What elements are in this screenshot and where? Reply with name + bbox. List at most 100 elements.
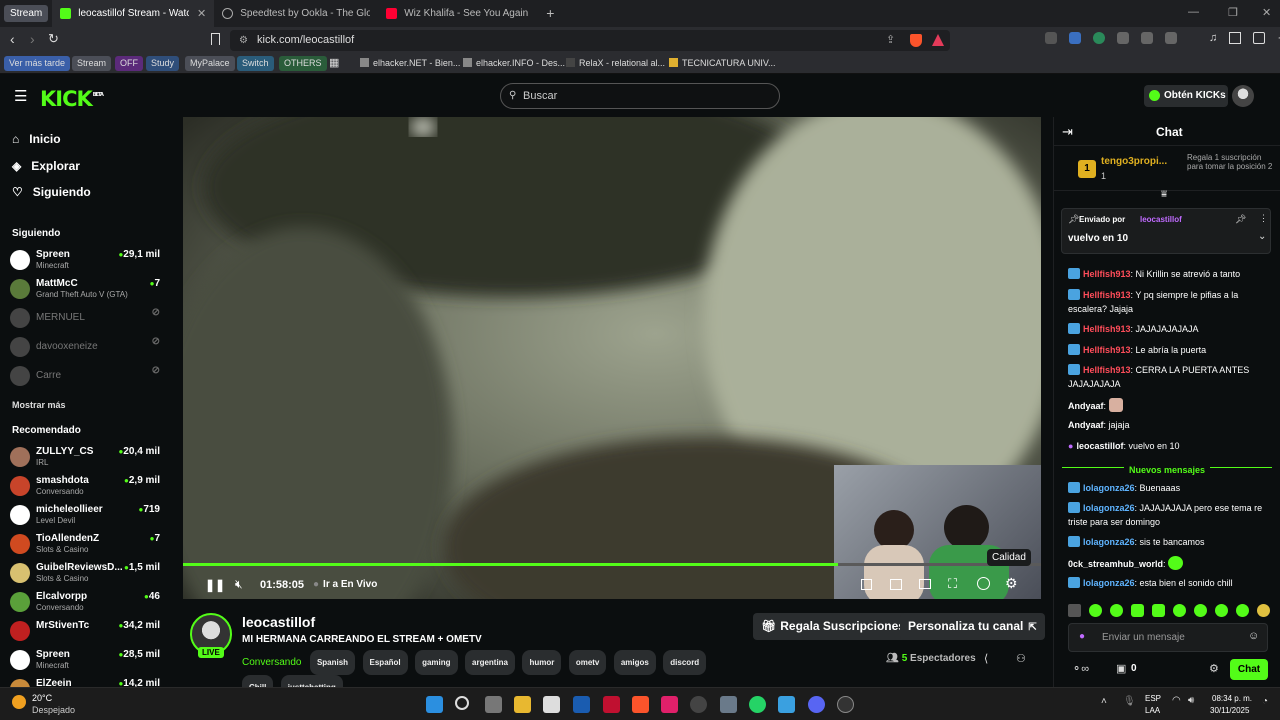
nav-following[interactable]: ♡ Siguiendo [12,185,91,199]
clip-icon[interactable] [861,579,872,590]
bookmark-folder[interactable]: Switch [237,56,274,71]
emote-icon[interactable] [1173,604,1186,617]
nav-explore[interactable]: ◈ Explorar [12,159,80,173]
recommended-channel[interactable]: ZULLYY_CS IRL 20,4 mil [10,444,160,470]
tab-kick[interactable]: leocastillof Stream - Watch Live ✕ [52,0,215,27]
tag[interactable]: Español [362,650,408,675]
extension-icon[interactable] [1093,32,1105,44]
extension-icon[interactable] [1117,32,1129,44]
app-icon[interactable] [837,696,854,713]
go-live-button[interactable]: ● Ir a En Vivo [313,579,377,590]
chevron-down-icon[interactable]: ⌄ [1258,231,1266,242]
emote-icon[interactable] [1194,604,1207,617]
send-chat-button[interactable]: Chat [1230,659,1268,680]
extension-icon[interactable] [1141,32,1153,44]
chat-username[interactable]: leocastillof [1076,441,1123,451]
tab-youtube[interactable]: Wiz Khalifa - See You Again ft. Charli [378,0,538,27]
fullscreen-icon[interactable]: ⛶ [948,576,957,592]
following-channel[interactable]: Spreen Minecraft 29,1 mil [10,247,160,273]
recommended-channel[interactable]: Spreen Minecraft 28,5 mil [10,647,160,673]
emote-icon[interactable] [1257,604,1270,617]
recommended-channel[interactable]: smashdota Conversando 2,9 mil [10,473,160,499]
minimize-icon[interactable]: — [1188,6,1199,18]
tiktok-icon[interactable] [661,696,678,713]
chat-username[interactable]: Hellfish913 [1083,290,1131,300]
channel-points-icon[interactable]: ⚬∞ [1072,662,1089,675]
pinned-message[interactable]: 📌︎ Enviado por leocastillof vuelvo en 10… [1061,208,1271,254]
brave-icon[interactable] [632,696,649,713]
discord-icon[interactable] [808,696,825,713]
stream-category[interactable]: Conversando [242,657,301,668]
chat-username[interactable]: Andyaaf [1068,420,1104,430]
miniplayer-icon[interactable] [919,579,931,589]
tag[interactable]: Spanish [309,650,356,675]
rewards-icon[interactable] [932,34,944,46]
top-gifter-banner[interactable]: 1 tengo3propi... 1 Regala 1 suscripción … [1054,145,1280,191]
unpin-icon[interactable]: 📌︎ [1235,214,1246,225]
photos-icon[interactable] [778,696,795,713]
emote-icon[interactable] [1131,604,1144,617]
wifi-icon[interactable]: ◠ [1172,695,1181,706]
bookmark-link[interactable]: elhacker.NET - Bien... [355,56,465,71]
reload-icon[interactable]: ↻ [48,31,59,47]
site-info-icon[interactable]: ⚙ [239,30,248,51]
clock-time[interactable]: 08:34 p. m. [1212,694,1252,703]
video-player[interactable]: ❚❚ 🔇︎ 01:58:05 ● Ir a En Vivo ⛶ ⚙ Calidad [183,117,1041,599]
chat-username[interactable]: lolagonza26 [1083,537,1135,547]
pause-icon[interactable]: ❚❚ [205,578,225,592]
chat-username[interactable]: lolagonza26 [1083,578,1135,588]
share-icon[interactable]: ⟨ [984,652,988,665]
kick-logo[interactable]: KICKBETA [40,87,104,111]
tray-chevron-icon[interactable]: ˄ [1101,696,1107,707]
bookmark-link[interactable]: TECNICATURA UNIV... [664,56,781,71]
bookmark-folder[interactable]: OFF [115,56,143,71]
recommended-channel[interactable]: GuibelReviewsD... Slots & Casino 1,5 mil [10,560,160,586]
gift-subs-button[interactable]: 🎁︎ Regala Suscripciones [753,613,913,640]
mic-tray-icon[interactable]: 🎙︎ [1123,696,1136,707]
extension-icon[interactable] [1045,32,1057,44]
more-options-icon[interactable]: ⋮ [1259,213,1268,224]
music-icon[interactable]: ♫ [1209,32,1217,48]
tab-group-stream[interactable]: Stream [4,5,49,22]
bookmark-folder[interactable]: OTHERS [279,56,327,71]
following-channel-offline[interactable]: Carre ⊘ [10,363,160,389]
restore-icon[interactable]: ❐ [1228,6,1238,19]
settings-icon[interactable] [720,696,737,713]
task-view-icon[interactable] [485,696,502,713]
bookmark-link[interactable]: RelaX - relational al... [561,56,670,71]
emote-icon[interactable] [1089,604,1102,617]
back-icon[interactable]: ‹ [10,31,15,47]
chat-settings-icon[interactable]: ⚙ [1209,662,1219,675]
emote-icon[interactable] [1068,604,1081,617]
bookmark-folder[interactable]: Ver más tarde [4,56,71,71]
wallet-icon[interactable] [1253,32,1266,44]
tag[interactable]: humor [522,650,562,675]
show-more-link[interactable]: Mostrar más [12,400,66,410]
tag[interactable]: discord [663,650,707,675]
filter-icon[interactable]: ⩸ [1161,189,1167,200]
volume-icon[interactable]: 🔊︎ [1188,695,1194,706]
close-window-icon[interactable]: ✕ [1262,6,1271,19]
chat-username[interactable]: 0ck_streamhub_world [1068,559,1163,569]
following-channel[interactable]: MattMcC Grand Theft Auto V (GTA) 7 [10,276,160,302]
app-icon[interactable] [690,696,707,713]
tag[interactable]: gaming [415,650,458,675]
settings-icon[interactable]: ⚙ [1005,575,1018,592]
chat-input[interactable]: ● Enviar un mensaje ☺ [1068,623,1268,652]
user-avatar[interactable] [1232,85,1254,107]
recommended-channel[interactable]: ElZeein 14,2 mil [10,676,160,687]
progress-bar[interactable] [183,563,1041,566]
follow-user-icon[interactable]: ⚇ [1016,652,1026,665]
tag[interactable]: argentina [465,650,516,675]
chat-username[interactable]: Hellfish913 [1083,324,1131,334]
gift-icon[interactable]: ▣ [1116,662,1126,675]
emote-icon[interactable] [1215,604,1228,617]
chat-username[interactable]: Andyaaf [1068,401,1104,411]
file-explorer-icon[interactable] [514,696,531,713]
weather-icon[interactable] [12,695,26,709]
extension-icon[interactable] [1165,32,1177,44]
close-tab-icon[interactable]: ✕ [197,7,206,20]
tab-speedtest[interactable]: Speedtest by Ookla - The Global Bro [214,0,378,27]
extension-icon[interactable] [1069,32,1081,44]
app-icon[interactable] [573,696,590,713]
